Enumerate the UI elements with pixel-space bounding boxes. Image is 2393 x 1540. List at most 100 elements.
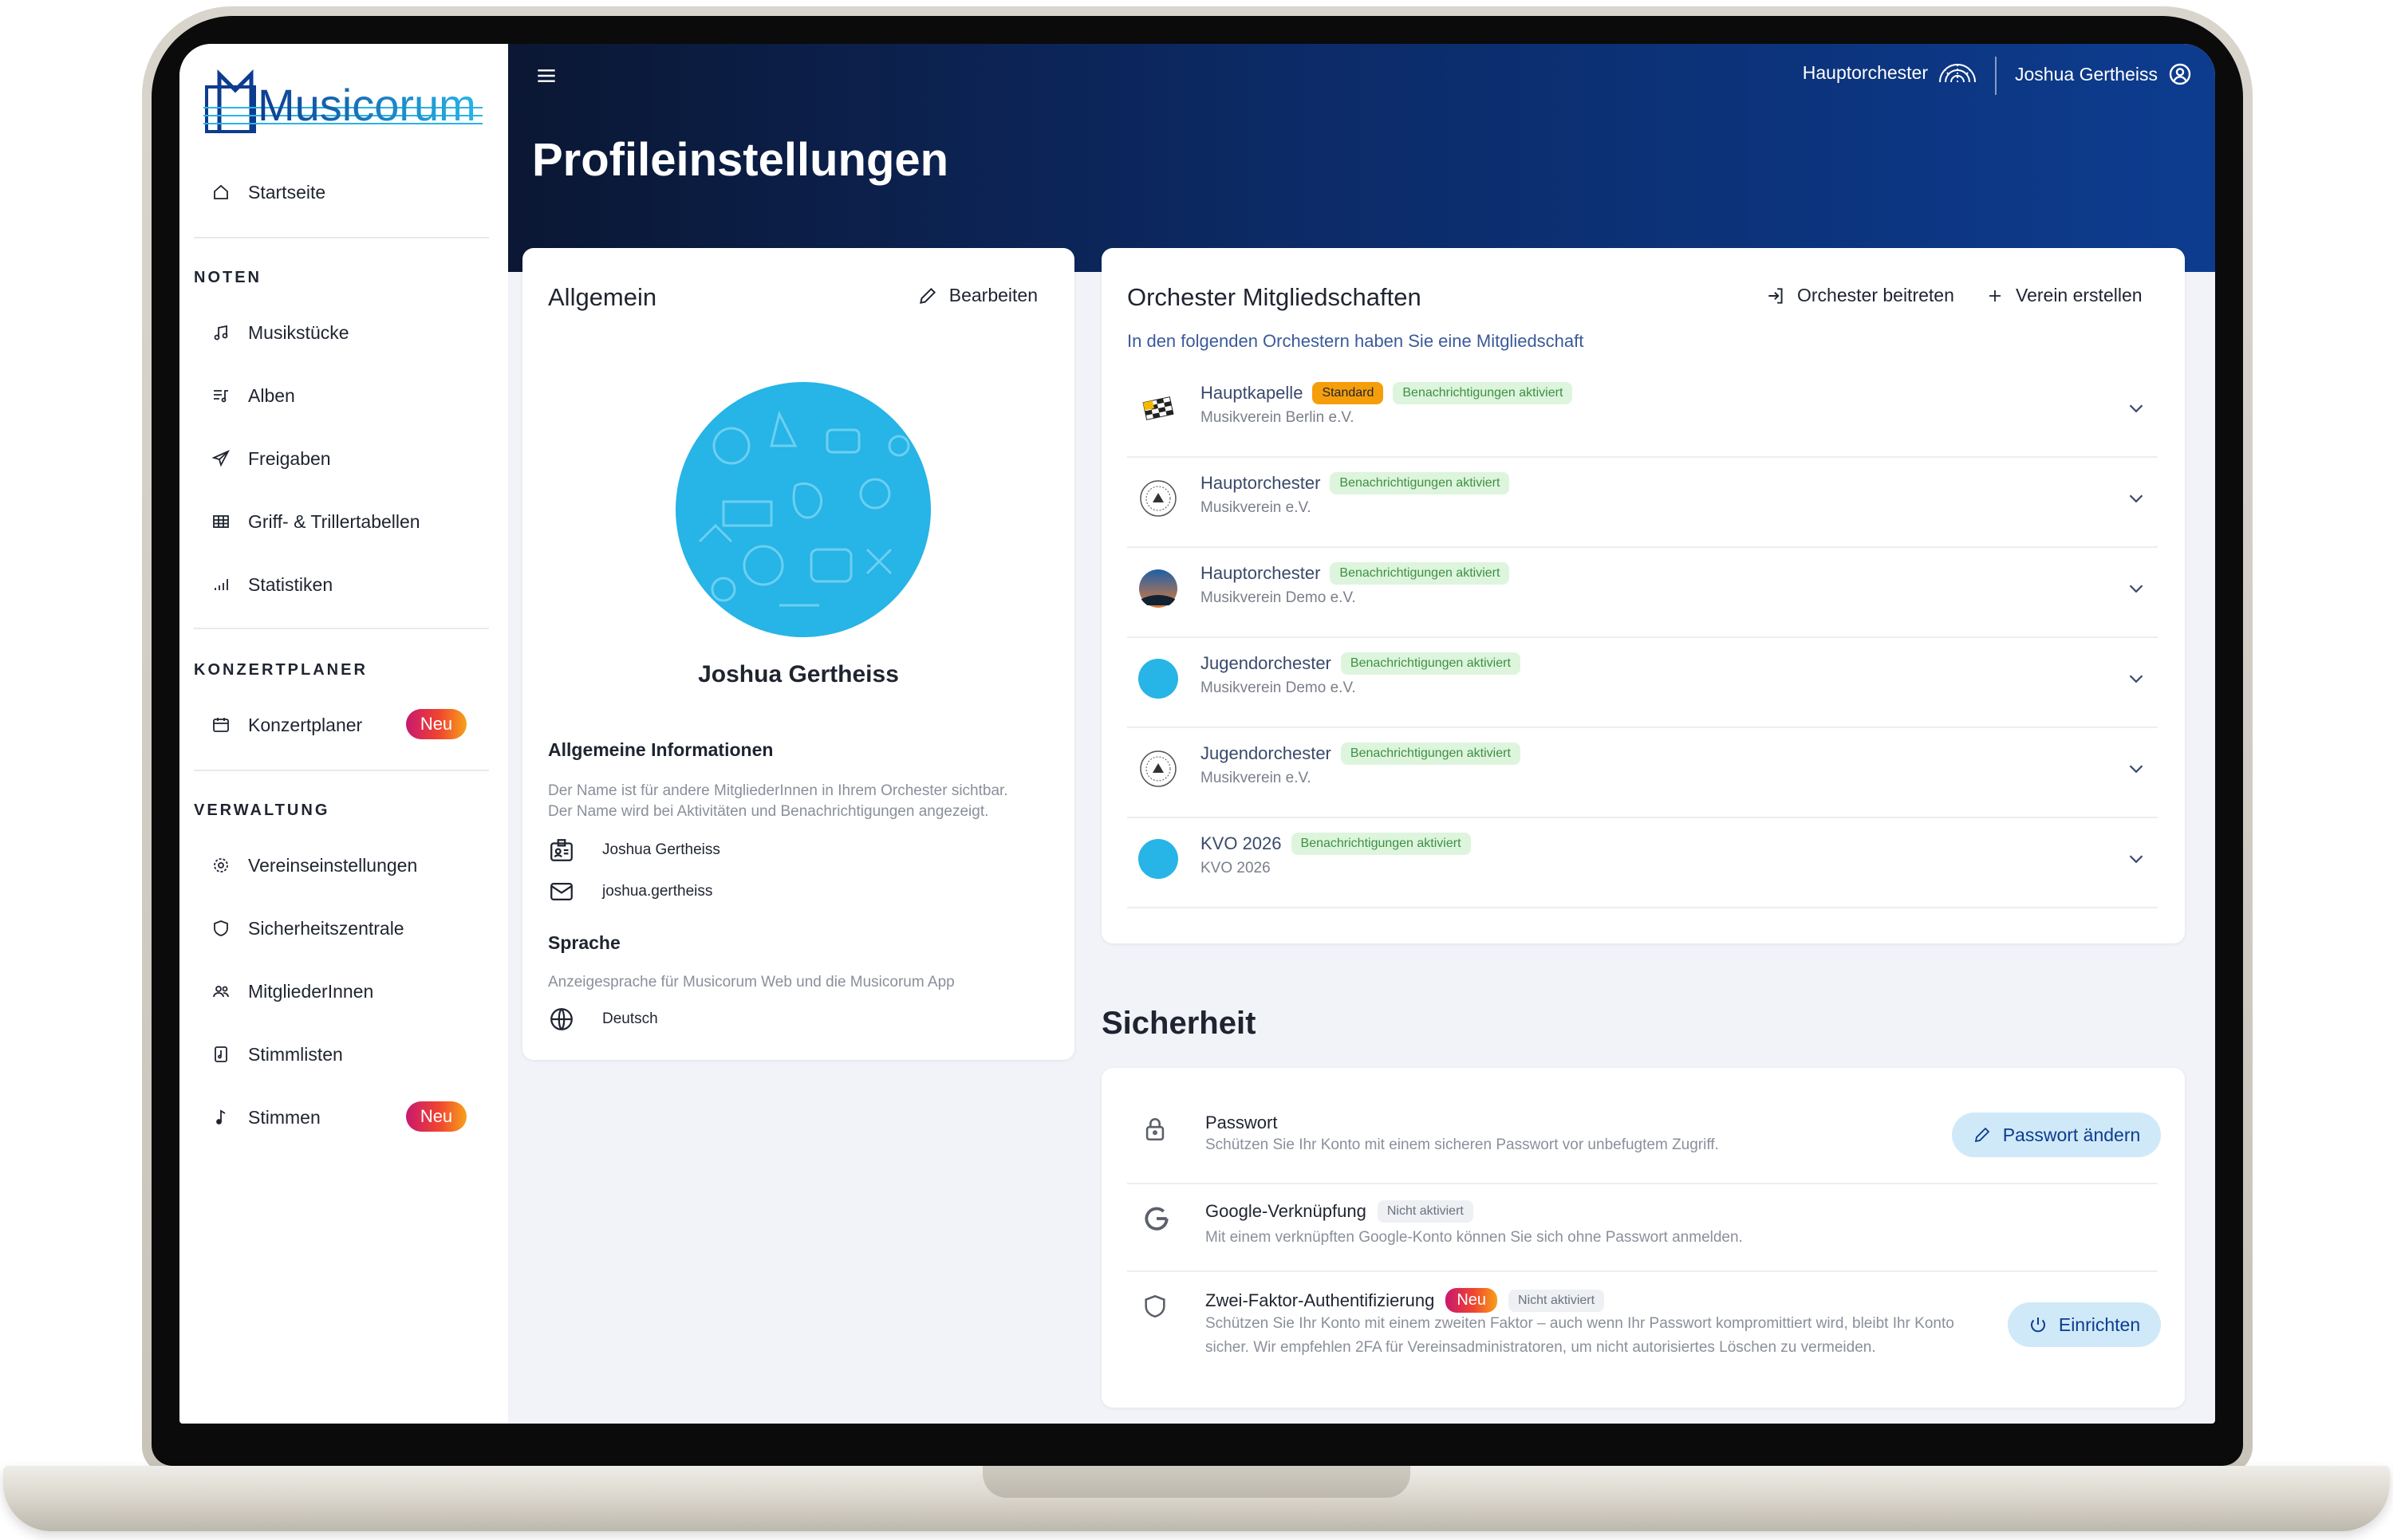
screen: Musicorum Startseite NOTEN Musikstücke A…: [179, 44, 2215, 1424]
orchestra-name: Hauptkapelle: [1200, 383, 1303, 403]
sidebar-item-vereinseinstellungen[interactable]: Vereinseinstellungen: [211, 848, 417, 883]
edit-button[interactable]: Bearbeiten: [917, 285, 1038, 306]
edit-button-label: Bearbeiten: [948, 285, 1038, 305]
sheet-icon: [215, 1046, 227, 1062]
sidebar-item-mitglieder[interactable]: MitgliederInnen: [211, 974, 373, 1009]
setup-2fa-label: Einrichten: [2058, 1314, 2141, 1335]
notifications-chip: Benachrichtigungen aktiviert: [1340, 652, 1520, 675]
memberships-title: Orchester Mitgliedschaften: [1127, 283, 1421, 311]
club-name: Musikverein e.V.: [1200, 770, 1311, 786]
divider: [194, 237, 489, 238]
club-logo-photo: [1139, 569, 1177, 608]
two-factor-desc-2: sicher. Wir empfehlen 2FA für Vereinsadm…: [1205, 1339, 1876, 1356]
globe-icon: [550, 1008, 573, 1030]
orchestra-switcher[interactable]: Hauptorchester: [1803, 61, 1977, 84]
pencil-icon: [919, 287, 936, 304]
setup-2fa-button[interactable]: Einrichten: [2008, 1302, 2161, 1347]
mail-icon: [550, 882, 573, 901]
membership-row[interactable]: Hauptorchester Benachrichtigungen aktivi…: [1127, 548, 2158, 638]
sidebar-item-label: Statistiken: [248, 573, 333, 595]
memberships-card: Orchester Mitgliedschaften In den folgen…: [1102, 248, 2185, 943]
membership-name: Hauptkapelle Standard Benachrichtigungen…: [1200, 382, 1573, 404]
password-desc: Schützen Sie Ihr Konto mit einem sichere…: [1205, 1136, 1719, 1153]
password-title: Passwort: [1205, 1113, 1277, 1133]
create-club-button[interactable]: Verein erstellen: [1985, 285, 2143, 306]
two-factor-title-text: Zwei-Faktor-Authentifizierung: [1205, 1290, 1435, 1310]
general-info-desc-2: Der Name wird bei Aktivitäten und Benach…: [548, 803, 989, 820]
header-separator: [1995, 57, 1997, 95]
orchestra-name: Jugendorchester: [1200, 653, 1331, 673]
sidebar-item-freigaben[interactable]: Freigaben: [211, 441, 331, 476]
new-badge: Neu: [406, 1101, 467, 1132]
create-club-label: Verein erstellen: [2016, 285, 2143, 305]
sidebar-item-sicherheitszentrale[interactable]: Sicherheitszentrale: [211, 911, 404, 946]
sidebar-item-label: MitgliederInnen: [248, 980, 374, 1002]
users-icon: [213, 986, 229, 998]
album-list-icon: [214, 390, 228, 403]
google-link-title: Google-Verknüpfung Nicht aktiviert: [1205, 1200, 1473, 1223]
general-info-title: Allgemeine Informationen: [548, 739, 774, 760]
app-logo[interactable]: Musicorum: [203, 58, 491, 146]
chevron-down-icon[interactable]: [2124, 577, 2148, 601]
sidebar-item-tabellen[interactable]: Griff- & Trillertabellen: [211, 504, 420, 539]
user-menu[interactable]: Joshua Gertheiss: [2015, 61, 2193, 87]
chevron-down-icon[interactable]: [2124, 847, 2148, 871]
chevron-down-icon[interactable]: [2124, 667, 2148, 691]
avatar: [676, 382, 931, 637]
sidebar-item-alben[interactable]: Alben: [211, 378, 295, 413]
two-factor-title: Zwei-Faktor-Authentifizierung Neu Nicht …: [1205, 1288, 1605, 1313]
notifications-chip: Benachrichtigungen aktiviert: [1340, 742, 1520, 765]
club-name: Musikverein Demo e.V.: [1200, 679, 1356, 696]
orchestra-name: Hauptorchester: [1802, 61, 1928, 83]
id-card-icon: [550, 839, 573, 861]
menu-icon[interactable]: [534, 63, 559, 93]
sidebar-item-musikstuecke[interactable]: Musikstücke: [211, 315, 349, 350]
language-value: Deutsch: [602, 1010, 658, 1027]
sidebar-item-stimmen[interactable]: Stimmen: [211, 1100, 321, 1135]
sidebar-item-label: Startseite: [248, 181, 326, 203]
club-logo-checkered: [1142, 396, 1174, 420]
sidebar-item-home[interactable]: Startseite: [211, 175, 325, 210]
calendar-icon: [213, 718, 229, 732]
membership-name: Jugendorchester Benachrichtigungen aktiv…: [1200, 742, 1520, 765]
chevron-down-icon[interactable]: [2124, 486, 2148, 510]
change-password-button[interactable]: Passwort ändern: [1952, 1113, 2161, 1157]
security-title: Sicherheit: [1102, 1006, 1256, 1041]
orchestra-name: Hauptorchester: [1200, 473, 1321, 493]
sidebar-item-label: Vereinseinstellungen: [248, 854, 418, 876]
notifications-chip: Benachrichtigungen aktiviert: [1291, 833, 1471, 855]
membership-row[interactable]: Hauptorchester Benachrichtigungen aktivi…: [1127, 458, 2158, 548]
lock-icon: [1145, 1118, 1165, 1141]
sidebar: Musicorum Startseite NOTEN Musikstücke A…: [179, 44, 508, 1424]
sidebar-item-label: Stimmlisten: [248, 1043, 343, 1065]
club-logo-blue: [1138, 659, 1178, 699]
google-icon: [1145, 1207, 1169, 1231]
password-title-text: Passwort: [1205, 1113, 1278, 1132]
sidebar-item-label: Musikstücke: [248, 321, 349, 343]
membership-row[interactable]: Jugendorchester Benachrichtigungen aktiv…: [1127, 728, 2158, 818]
chevron-down-icon[interactable]: [2124, 396, 2148, 420]
status-badge: Nicht aktiviert: [1508, 1289, 1605, 1312]
join-orchestra-button[interactable]: Orchester beitreten: [1765, 285, 1954, 306]
divider: [1127, 1183, 2158, 1184]
divider: [1127, 1270, 2158, 1272]
join-orchestra-label: Orchester beitreten: [1797, 285, 1954, 305]
general-info-desc-1: Der Name ist für andere MitgliederInnen …: [548, 782, 1008, 799]
send-icon: [211, 450, 231, 467]
membership-row[interactable]: Jugendorchester Benachrichtigungen aktiv…: [1127, 638, 2158, 728]
user-name: Joshua Gertheiss: [2015, 63, 2158, 85]
notifications-chip: Benachrichtigungen aktiviert: [1330, 472, 1510, 494]
sidebar-item-konzertplaner[interactable]: Konzertplaner: [211, 707, 362, 742]
home-icon: [214, 184, 228, 199]
sidebar-item-label: Sicherheitszentrale: [248, 917, 404, 939]
general-card-title: Allgemein: [548, 283, 657, 311]
sidebar-item-statistiken[interactable]: Statistiken: [211, 567, 333, 602]
divider: [194, 628, 489, 629]
membership-row[interactable]: KVO 2026 Benachrichtigungen aktiviert KV…: [1127, 818, 2158, 908]
gear-icon: [214, 858, 228, 872]
sidebar-item-stimmlisten[interactable]: Stimmlisten: [211, 1037, 343, 1072]
chevron-down-icon[interactable]: [2124, 757, 2148, 781]
club-name: Musikverein Berlin e.V.: [1200, 409, 1354, 426]
membership-row[interactable]: Hauptkapelle Standard Benachrichtigungen…: [1127, 368, 2158, 458]
standard-chip: Standard: [1312, 382, 1384, 404]
